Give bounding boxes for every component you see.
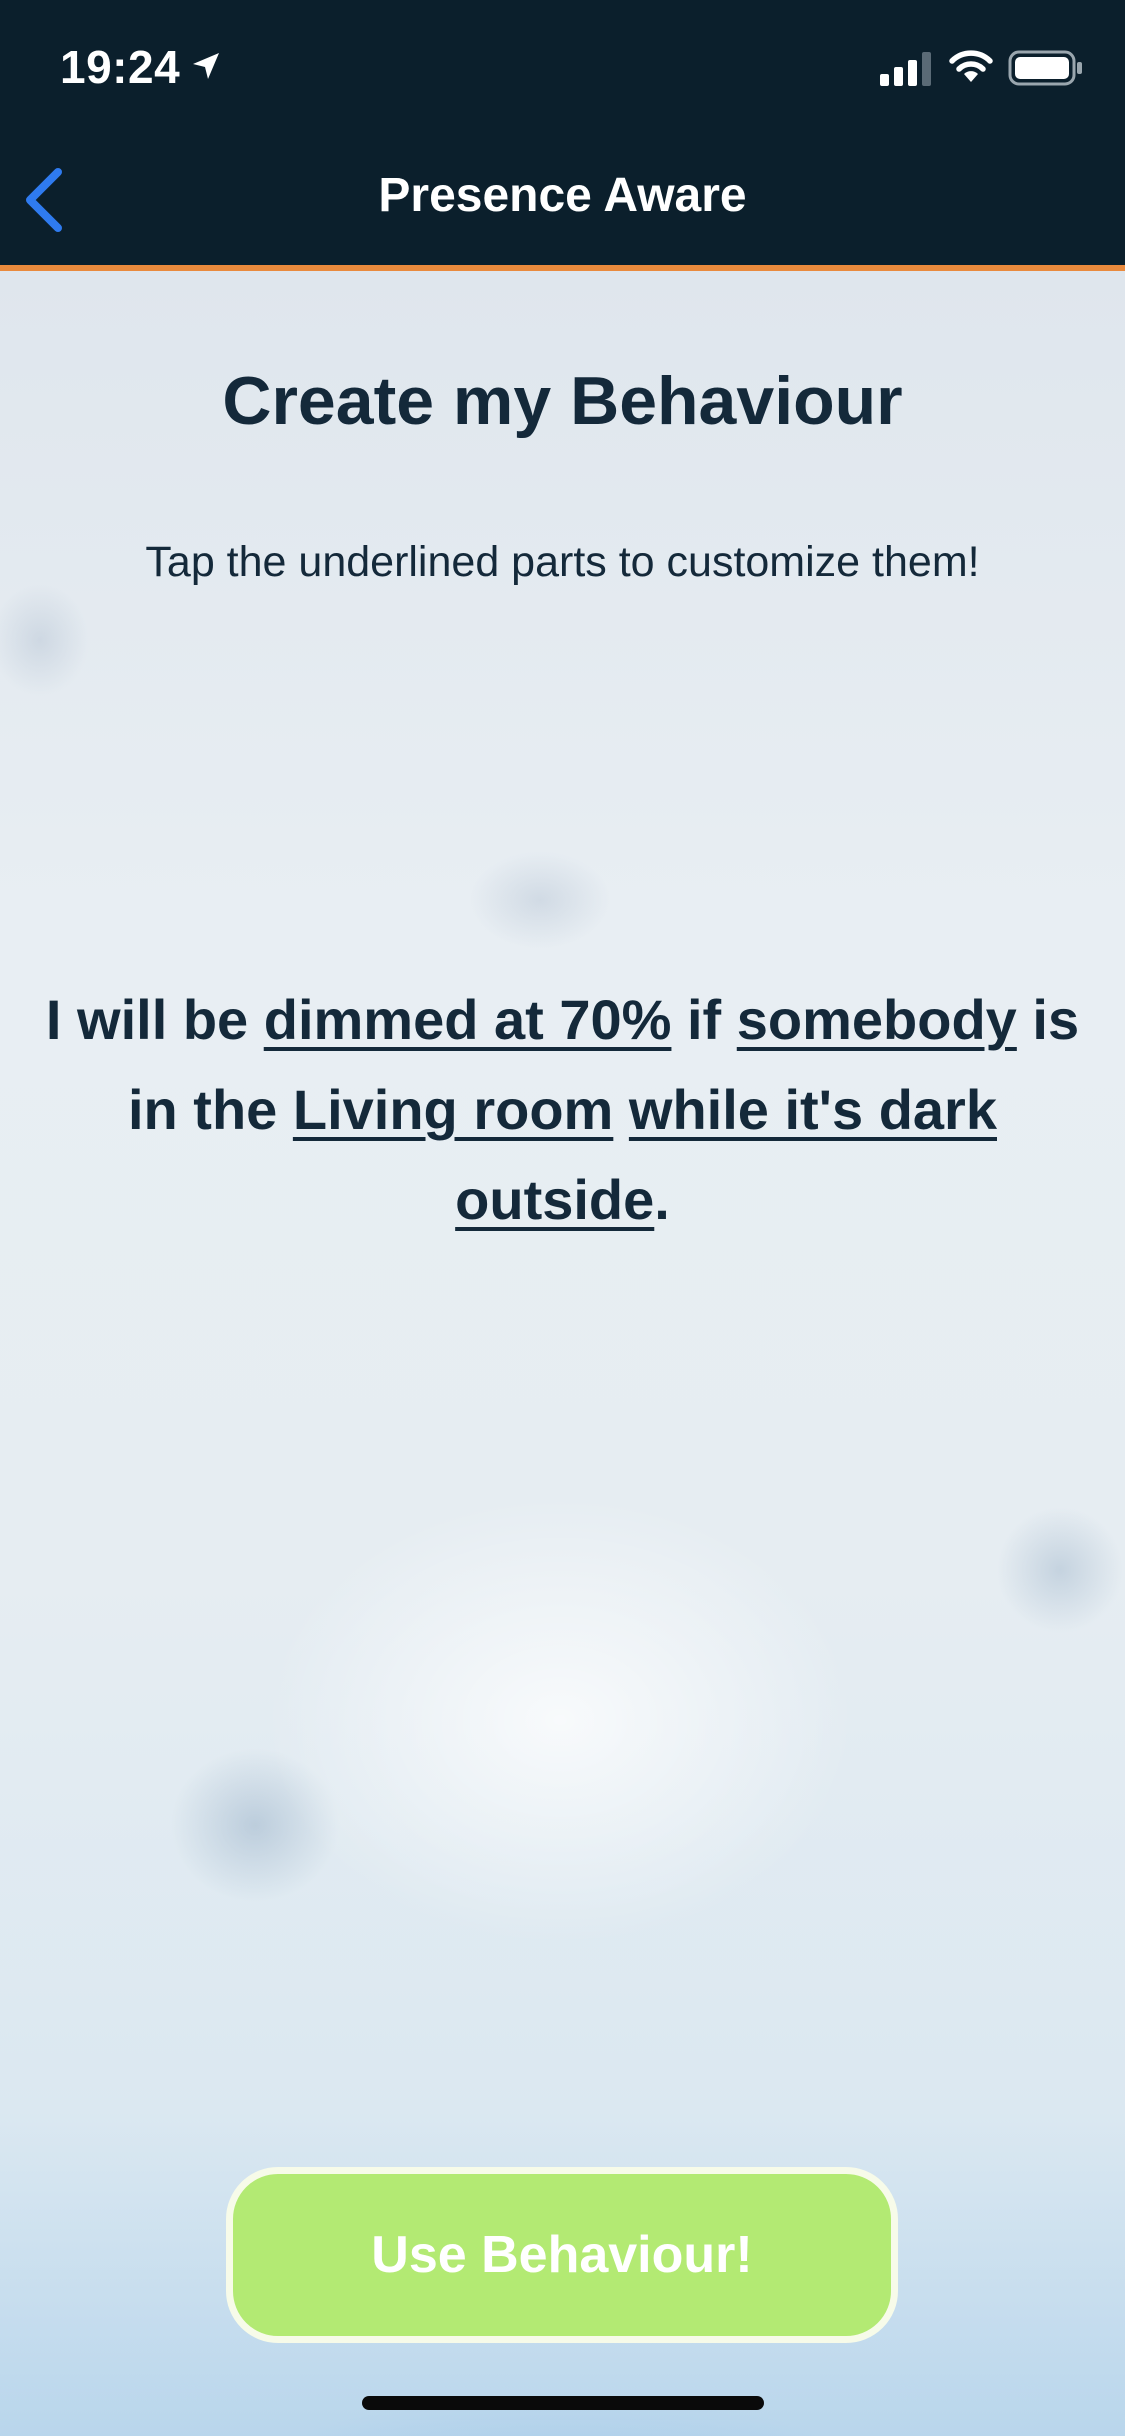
location-option[interactable]: Living room	[293, 1078, 613, 1141]
instruction-text: Tap the underlined parts to customize th…	[145, 538, 980, 586]
location-arrow-icon	[193, 53, 219, 79]
sentence-text: if	[671, 988, 737, 1051]
screen: 19:24 Presence Aware Create my Behaviour…	[0, 0, 1125, 2436]
nav-title: Presence Aware	[378, 169, 747, 222]
battery-icon	[1008, 50, 1082, 86]
sentence-text: I will be	[45, 988, 264, 1051]
action-option[interactable]: dimmed at 70%	[264, 988, 672, 1051]
accent-divider	[0, 265, 1125, 271]
home-indicator	[362, 2396, 764, 2410]
top-bar: 19:24 Presence Aware	[0, 0, 1125, 267]
blurred-background	[0, 270, 1125, 2436]
sentence-text: .	[654, 1168, 670, 1231]
sentence-text	[613, 1078, 629, 1141]
behaviour-sentence: I will be dimmed at 70% if somebody is i…	[30, 975, 1095, 1245]
cellular-signal-icon	[880, 52, 931, 86]
page-title: Create my Behaviour	[222, 363, 903, 439]
wifi-icon	[949, 50, 993, 82]
presence-option[interactable]: somebody	[737, 988, 1017, 1051]
status-time: 19:24	[60, 41, 181, 93]
use-behaviour-button[interactable]: Use Behaviour!	[226, 2167, 898, 2343]
